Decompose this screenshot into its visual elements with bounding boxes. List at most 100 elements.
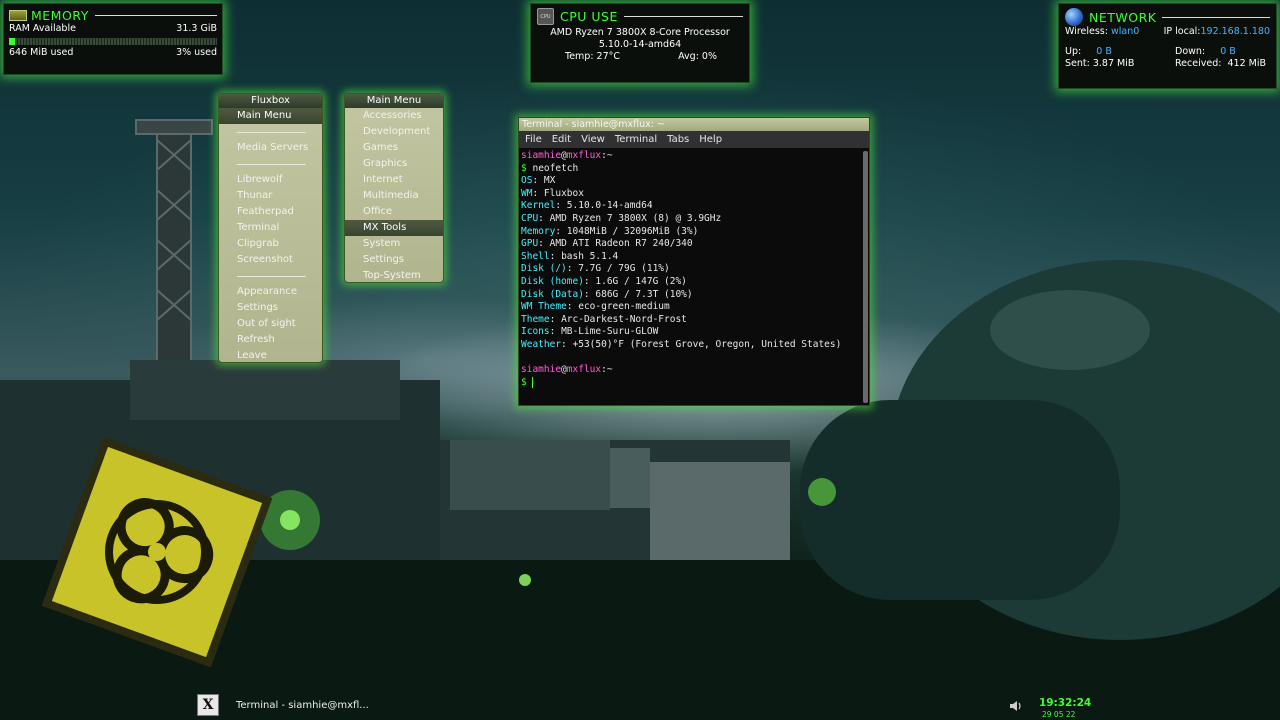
neofetch-line: CPU: AMD Ryzen 7 3800X (8) @ 3.9GHz [521,212,722,224]
main-menu: Main Menu Accessories Development Games Gra… [344,93,444,283]
cpu-title-rule [623,16,743,17]
memory-used-row: 646 MiB used 3% used [9,47,217,59]
neofetch-key: CPU [521,212,539,224]
terminal-menu-tabs[interactable]: Tabs [667,134,689,145]
terminal-menu-edit[interactable]: Edit [552,134,571,145]
taskbar-terminal-task[interactable]: Terminal - siamhie@mxfl... [236,700,369,711]
ram-available-label: RAM Available [9,23,76,34]
terminal-output[interactable]: siamhie@mxflux:~ $ neofetch OS: MX WM: Flux… [519,149,862,406]
neofetch-line: Icons: MB-Lime-Suru-GLOW [521,326,659,338]
neofetch-line: WM Theme: eco-green-medium [521,301,670,313]
terminal-scrollbar[interactable] [863,151,868,403]
main-menu-item-internet[interactable]: Internet [345,172,443,188]
fluxbox-menu-item-settings[interactable]: Settings [219,300,322,316]
neofetch-line: WM: Fluxbox [521,187,584,199]
volume-icon[interactable] [1009,699,1023,713]
neofetch-line: Shell: bash 5.1.4 [521,250,619,262]
memory-header: MEMORY [9,8,217,23]
memory-widget: MEMORY RAM Available 31.3 GiB 646 MiB us… [3,3,223,75]
fluxbox-menu-item-librewolf[interactable]: Librewolf [219,172,322,188]
cpu-model: AMD Ryzen 7 3800X 8-Core Processor [550,27,730,38]
terminal-menu-terminal[interactable]: Terminal [615,134,657,145]
main-menu-item-development[interactable]: Development [345,124,443,140]
wireless-iface: wlan0 [1110,26,1140,37]
terminal-menu-help[interactable]: Help [699,134,722,145]
main-menu-item-system[interactable]: System [345,236,443,252]
fluxbox-menu-title: Fluxbox [219,94,322,108]
ram-available-row: RAM Available 31.3 GiB [9,23,217,35]
main-menu-title: Main Menu [345,94,443,108]
clock-time[interactable]: 19:32:24 [1039,697,1091,709]
fluxbox-menu-separator [219,268,322,284]
fluxbox-menu-item-terminal[interactable]: Terminal [219,220,322,236]
neofetch-line: Weather: +53(50)°F (Forest Grove, Oregon… [521,338,842,350]
main-menu-items: Accessories Development Games Graphics Inter… [345,108,443,282]
main-menu-item-graphics[interactable]: Graphics [345,156,443,172]
ram-chip-icon [9,10,27,21]
network-up-down-row: Up: 0 B Down: 0 B [1065,46,1270,58]
fluxbox-menu-item-out-of-sight[interactable]: Out of sight [219,316,322,332]
terminal-titlebar[interactable]: Terminal - siamhie@mxflux: ~ [519,118,869,131]
main-menu-item-games[interactable]: Games [345,140,443,156]
prompt-path: ~ [606,364,613,376]
up-value: 0 B [1096,46,1112,57]
main-menu-item-top-system[interactable]: Top-System [345,268,443,282]
prompt-user: siamhie [521,364,562,376]
neofetch-key: Kernel [521,200,556,212]
prompt-host: mxflux [566,150,602,161]
neofetch-key: GPU [521,238,539,250]
fluxbox-menu-separator [219,156,322,172]
network-totals-row: Sent: 3.87 MiB Received: 412 MiB [1065,58,1270,70]
memory-used-percent: 3% used [176,47,217,58]
neofetch-line: Disk (home): 1.6G / 147G (2%) [521,275,687,287]
fluxbox-menu-item-thunar[interactable]: Thunar [219,188,322,204]
fluxbox-menu-item-appearance[interactable]: Appearance [219,284,322,300]
neofetch-value: +53(50)°F (Forest Grove, Oregon, United … [572,338,842,350]
terminal-menu-view[interactable]: View [581,134,605,145]
prompt-path: ~ [606,150,613,161]
fluxbox-menu-item-media-servers[interactable]: Media Servers [219,140,322,156]
fluxbox-menu-item-featherpad[interactable]: Featherpad [219,204,322,220]
neofetch-value: AMD Ryzen 7 3800X (8) @ 3.9GHz [549,212,722,224]
terminal-input-line[interactable]: $ [521,376,860,390]
wireless-label: Wireless: [1065,26,1108,37]
neofetch-key: Theme [521,313,550,325]
neofetch-key: Memory [521,225,556,237]
fluxbox-menu-item-main-menu[interactable]: Main Menu [219,108,322,124]
cpu-kernel: 5.10.0-14-amd64 [598,39,682,50]
fluxbox-menu-item-clipgrab[interactable]: Clipgrab [219,236,322,252]
neofetch-value: 686G / 7.3T (10%) [595,288,693,300]
clock-date: 29 05 22 [1042,710,1076,719]
fluxbox-menu-item-refresh[interactable]: Refresh [219,332,322,348]
terminal-menubar: File Edit View Terminal Tabs Help [519,131,869,148]
neofetch-value: 1048MiB / 32096MiB (3%) [566,225,699,237]
fluxbox-menu-item-screenshot[interactable]: Screenshot [219,252,322,268]
neofetch-line: Memory: 1048MiB / 32096MiB (3%) [521,225,699,237]
received-label: Received: [1175,58,1222,69]
neofetch-key: Weather [521,338,562,350]
main-menu-item-multimedia[interactable]: Multimedia [345,188,443,204]
neofetch-line: Kernel: 5.10.0-14-amd64 [521,200,653,212]
network-title-rule [1162,16,1270,18]
main-menu-item-office[interactable]: Office [345,204,443,220]
cpu-widget: CPU CPU USE AMD Ryzen 7 3800X 8-Core Pro… [530,3,750,83]
neofetch-value: 5.10.0-14-amd64 [566,200,653,212]
main-menu-item-mx-tools[interactable]: MX Tools [345,220,443,236]
neofetch-value: bash 5.1.4 [561,250,619,262]
neofetch-key: Icons [521,326,550,338]
main-menu-item-accessories[interactable]: Accessories [345,108,443,124]
memory-usage-fill [9,38,16,45]
main-menu-item-settings[interactable]: Settings [345,252,443,268]
fluxbox-menu-item-leave[interactable]: Leave [219,348,322,362]
ram-total-value: 31.3 GiB [176,23,217,34]
sent-value: 3.87 MiB [1092,58,1135,69]
cpu-title: CPU USE [560,9,618,24]
terminal-window[interactable]: Terminal - siamhie@mxflux: ~ File Edit Vie… [518,117,870,406]
terminal-menu-file[interactable]: File [525,134,542,145]
fluxbox-menu-items: Main Menu Media Servers Librewolf Thunar Fea… [219,108,322,362]
prompt-user: siamhie [521,150,562,161]
memory-title-rule [94,15,217,16]
neofetch-line: GPU: AMD ATI Radeon R7 240/340 [521,238,693,250]
terminal-prompt-line: siamhie@mxflux:~ [521,150,613,161]
mx-logo-icon[interactable]: X [197,694,219,716]
